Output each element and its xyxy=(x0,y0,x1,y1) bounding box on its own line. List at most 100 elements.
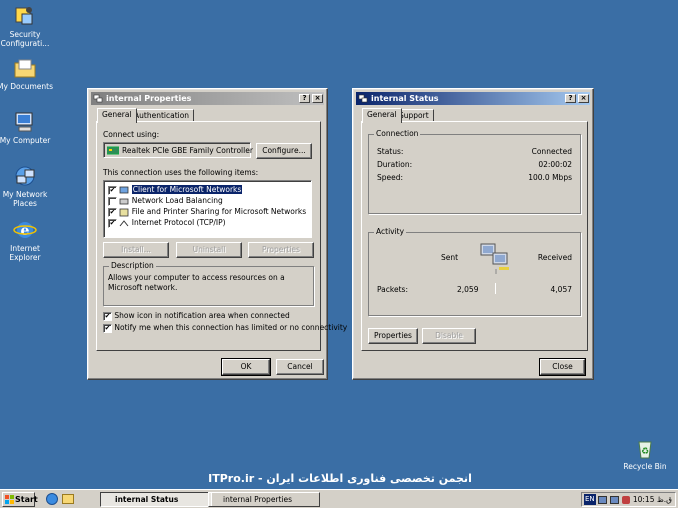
nlb-icon xyxy=(119,198,129,204)
desktop-icon-label: Security xyxy=(9,30,41,39)
notify-checkbox[interactable]: ✔ xyxy=(103,323,112,333)
network-places-icon xyxy=(13,164,37,188)
item-properties-button[interactable]: Properties xyxy=(248,242,314,258)
network-connection-icon xyxy=(358,94,368,103)
desktop-icon-label: Places xyxy=(13,199,37,208)
notify-label: Notify me when this connection has limit… xyxy=(114,323,348,332)
network-adapter-icon xyxy=(107,146,119,155)
list-item[interactable]: ✔ Internet Protocol (TCP/IP) xyxy=(108,217,226,228)
desktop-icon-security-config[interactable]: Security Configurati... xyxy=(0,4,56,48)
desktop-icon-label: Explorer xyxy=(9,253,41,262)
close-button[interactable]: × xyxy=(578,94,589,103)
item-checkbox[interactable]: ✔ xyxy=(108,218,117,228)
desktop-icon-internet-explorer[interactable]: e Internet Explorer xyxy=(0,218,56,262)
show-icon-checkbox[interactable]: ✔ xyxy=(103,311,112,321)
desktop-icon-label: Configurati... xyxy=(0,39,50,48)
desktop-icon-label: My Documents xyxy=(0,82,54,91)
packets-label: Packets: xyxy=(377,285,408,294)
desktop-icon-recycle-bin[interactable]: ♻ Recycle Bin xyxy=(614,436,676,471)
status-general-panel: Connection Status: Connected Duration: 0… xyxy=(361,121,588,351)
help-button[interactable]: ? xyxy=(299,94,310,103)
protocol-icon xyxy=(120,219,129,226)
status-titlebar[interactable]: internal Status ? × xyxy=(356,92,590,105)
show-icon-label: Show icon in notification area when conn… xyxy=(114,311,290,320)
properties-titlebar[interactable]: internal Properties ? × xyxy=(91,92,324,105)
desktop-icon-label: Recycle Bin xyxy=(623,462,667,471)
tray-network-icon[interactable] xyxy=(598,496,607,504)
list-item[interactable]: ✔ Client for Microsoft Networks xyxy=(108,184,243,195)
description-title: Description xyxy=(109,261,156,270)
install-button[interactable]: Install... xyxy=(103,242,169,258)
general-tab-panel: Connect using: Realtek PCIe GBE Family C… xyxy=(96,121,347,351)
item-label: Internet Protocol (TCP/IP) xyxy=(131,218,226,227)
language-indicator[interactable]: EN xyxy=(584,494,596,505)
taskbar-item-label: internal Properties xyxy=(223,495,293,504)
item-label: File and Printer Sharing for Microsoft N… xyxy=(131,207,307,216)
quicklaunch-explorer-icon[interactable] xyxy=(62,494,74,504)
help-button[interactable]: ? xyxy=(565,94,576,103)
close-button[interactable]: × xyxy=(312,94,323,103)
windows-logo-icon xyxy=(5,495,14,504)
start-label: Start xyxy=(15,495,38,504)
disable-button[interactable]: Disable xyxy=(422,328,476,344)
item-label: Network Load Balancing xyxy=(131,196,223,205)
item-checkbox[interactable] xyxy=(108,196,117,206)
taskbar-item-label: internal Status xyxy=(115,495,179,504)
connection-properties-button[interactable]: Properties xyxy=(368,328,418,344)
desktop-icon-network-places[interactable]: My Network Places xyxy=(0,164,56,208)
network-activity-icon xyxy=(480,243,509,274)
taskbar-item-properties[interactable]: internal Properties xyxy=(208,492,320,507)
uninstall-button[interactable]: Uninstall xyxy=(176,242,242,258)
list-item[interactable]: ✔ File and Printer Sharing for Microsoft… xyxy=(108,206,306,217)
item-checkbox[interactable]: ✔ xyxy=(108,185,117,195)
start-button[interactable]: Start xyxy=(2,492,38,507)
speed-value: 100.0 Mbps xyxy=(528,173,572,182)
packets-sent-value: 2,059 xyxy=(457,285,479,294)
activity-group: Activity Sent Received Packets: 2,059 4,… xyxy=(368,227,581,316)
connection-title: Connection xyxy=(374,129,421,138)
window-title: internal Properties xyxy=(106,94,192,103)
quicklaunch-ie-icon[interactable] xyxy=(46,493,58,505)
taskbar: Start internal Status internal Propertie… xyxy=(0,489,678,508)
shield-keys-icon xyxy=(13,4,37,28)
desktop-icon-my-documents[interactable]: My Documents xyxy=(0,56,56,91)
cancel-button[interactable]: Cancel xyxy=(276,359,324,375)
internet-explorer-icon: e xyxy=(13,218,37,242)
duration-label: Duration: xyxy=(377,160,413,169)
sent-label: Sent xyxy=(441,253,459,262)
computer-icon xyxy=(13,110,37,134)
network-connection-icon xyxy=(93,94,103,103)
desktop-icon-label: Internet xyxy=(10,244,40,253)
properties-dialog: internal Properties ? × General Authenti… xyxy=(87,88,347,380)
list-item[interactable]: Network Load Balancing xyxy=(108,195,223,206)
taskbar-item-status[interactable]: internal Status xyxy=(100,492,212,507)
tray-network-icon-2[interactable] xyxy=(610,496,619,504)
configure-button[interactable]: Configure... xyxy=(256,143,312,159)
clock: 10:15 ق.ظ xyxy=(632,495,672,504)
show-icon-option[interactable]: ✔ Show icon in notification area when co… xyxy=(103,311,290,321)
notify-option[interactable]: ✔ Notify me when this connection has lim… xyxy=(103,323,347,333)
desktop-icon-my-computer[interactable]: My Computer xyxy=(0,110,56,145)
items-label: This connection uses the following items… xyxy=(103,168,259,177)
client-network-icon xyxy=(119,186,129,193)
close-dialog-button[interactable]: Close xyxy=(539,358,586,376)
desktop-icon-label: My Network xyxy=(2,190,48,199)
status-dialog: internal Status ? × General Support Conn… xyxy=(352,88,594,380)
description-group: Description Allows your computer to acce… xyxy=(103,261,314,306)
components-list[interactable]: ✔ Client for Microsoft Networks Network … xyxy=(103,180,312,238)
ok-button[interactable]: OK xyxy=(221,358,271,376)
tray-app-icon[interactable] xyxy=(622,496,630,504)
tab-general[interactable]: General xyxy=(97,108,137,123)
item-label: Client for Microsoft Networks xyxy=(131,185,243,194)
file-printer-sharing-icon xyxy=(119,208,129,216)
packets-received-value: 4,057 xyxy=(550,285,572,294)
system-tray: EN 10:15 ق.ظ xyxy=(581,492,676,507)
status-label: Status: xyxy=(377,147,404,156)
activity-divider xyxy=(495,283,496,294)
connection-group: Connection Status: Connected Duration: 0… xyxy=(368,129,581,214)
svg-text:♻: ♻ xyxy=(641,447,649,457)
tab-general[interactable]: General xyxy=(362,108,402,123)
item-checkbox[interactable]: ✔ xyxy=(108,207,117,217)
received-label: Received xyxy=(537,253,572,262)
adapter-name: Realtek PCIe GBE Family Controller xyxy=(122,146,253,155)
